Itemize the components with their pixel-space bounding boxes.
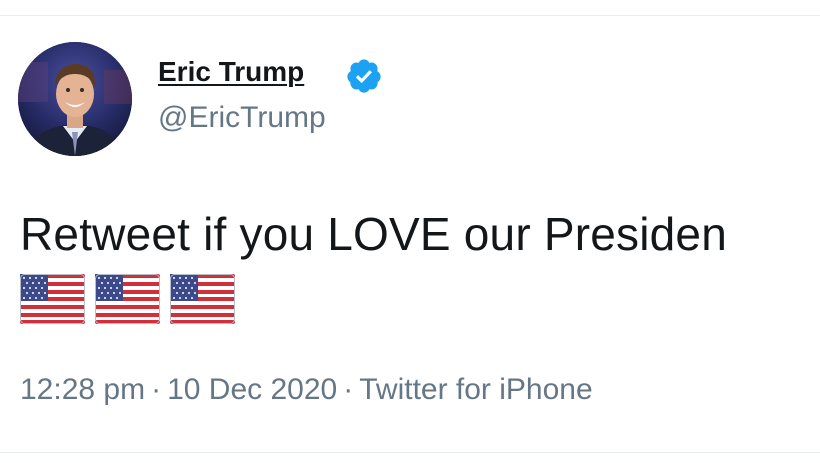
avatar[interactable] xyxy=(18,42,132,156)
meta-separator: · xyxy=(343,373,354,406)
top-divider xyxy=(0,15,820,16)
tweet-text: Retweet if you LOVE our Presiden xyxy=(20,208,727,260)
us-flag-icon xyxy=(20,274,85,324)
tweet-time[interactable]: 12:28 pm xyxy=(20,373,145,406)
author-handle[interactable]: @EricTrump xyxy=(158,101,326,135)
emoji-row xyxy=(20,274,235,324)
meta-separator: · xyxy=(151,373,162,406)
bottom-divider xyxy=(0,452,820,453)
tweet-date[interactable]: 10 Dec 2020 xyxy=(167,373,337,406)
tweet-meta: 12:28 pm · 10 Dec 2020 · Twitter for iPhone xyxy=(20,373,593,407)
avatar-photo xyxy=(18,42,132,156)
tweet-source[interactable]: Twitter for iPhone xyxy=(359,373,592,406)
author-display-name[interactable]: Eric Trump xyxy=(158,56,304,88)
us-flag-icon xyxy=(170,274,235,324)
verified-badge-icon xyxy=(347,59,381,93)
us-flag-icon xyxy=(95,274,160,324)
tweet-card: Eric Trump @EricTrump Retweet if you LOV… xyxy=(0,0,820,463)
